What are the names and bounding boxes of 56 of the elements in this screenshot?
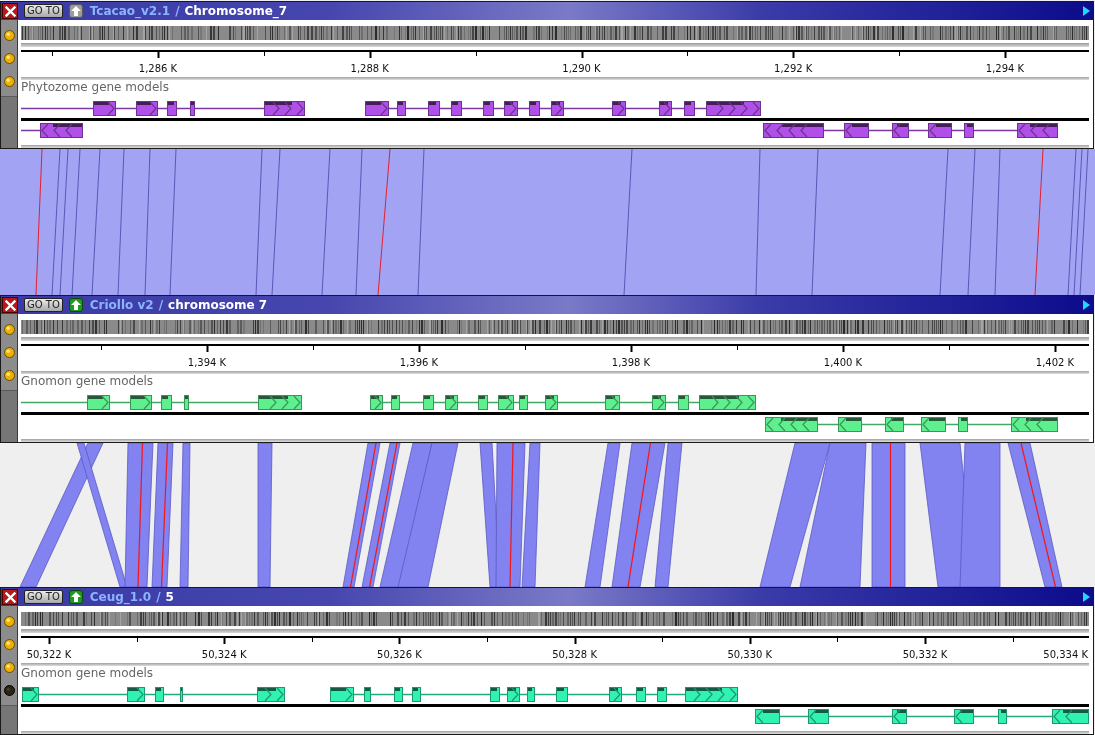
close-button[interactable] <box>2 297 18 313</box>
axis-label: 50,328 K <box>552 649 597 660</box>
status-light-icon[interactable] <box>3 324 15 335</box>
track-label: Gnomon gene models <box>21 666 155 681</box>
chromosome-name: 5 <box>165 590 174 604</box>
up-arrow-icon <box>70 300 81 310</box>
axis-label: 1,294 K <box>985 63 1025 74</box>
axis-label: 1,292 K <box>774 63 813 74</box>
right-triangle-icon[interactable] <box>1083 592 1090 602</box>
axis-label: 50,322 K <box>26 649 72 660</box>
status-light-icon[interactable] <box>3 76 15 87</box>
axis-label: 1,394 K <box>187 357 227 368</box>
status-light-icon[interactable] <box>3 685 15 696</box>
move-up-button[interactable] <box>68 298 83 312</box>
genome-name: Ceug_1.0 <box>89 590 152 604</box>
genome-name: Tcacao_v2.1 <box>89 4 171 18</box>
axis-label: 1,400 K <box>823 357 863 368</box>
goto-button[interactable]: GO TO <box>24 4 63 18</box>
goto-button[interactable]: GO TO <box>24 590 63 604</box>
path-separator: / <box>158 298 164 312</box>
close-button[interactable] <box>2 589 18 605</box>
axis-label: 50,326 K <box>377 649 422 660</box>
close-icon <box>4 299 16 311</box>
status-light-icon[interactable] <box>3 30 15 41</box>
genome-name: Criollo v2 <box>89 298 154 312</box>
up-arrow-icon <box>70 592 81 602</box>
axis-label: 1,402 K <box>1035 357 1075 368</box>
status-light-icon[interactable] <box>3 347 15 358</box>
right-triangle-icon[interactable] <box>1083 6 1090 16</box>
status-light-icon[interactable] <box>3 53 15 64</box>
axis-label: 1,288 K <box>350 63 389 74</box>
close-button[interactable] <box>2 3 18 19</box>
chromosome-name: Chromosome_7 <box>184 4 288 18</box>
path-separator: / <box>156 590 161 604</box>
close-icon <box>4 591 16 603</box>
up-arrow-icon <box>70 6 81 16</box>
status-light-icon[interactable] <box>3 370 15 381</box>
axis-label: 50,330 K <box>727 649 773 660</box>
close-icon <box>4 5 16 17</box>
move-up-button[interactable] <box>68 590 83 604</box>
status-light-icon[interactable] <box>3 639 15 650</box>
track-label: Phytozome gene models <box>21 80 170 95</box>
right-triangle-icon[interactable] <box>1083 300 1090 310</box>
goto-button[interactable]: GO TO <box>24 298 63 312</box>
status-light-icon[interactable] <box>3 616 15 627</box>
axis-label: 1,290 K <box>562 63 601 74</box>
track-label: Gnomon gene models <box>21 374 155 389</box>
path-separator: / <box>175 4 180 18</box>
axis-label: 1,396 K <box>399 357 439 368</box>
chromosome-name: chromosome 7 <box>168 298 268 312</box>
axis-label: 50,334 K <box>1043 649 1088 660</box>
status-light-icon[interactable] <box>3 662 15 673</box>
axis-label: 1,398 K <box>611 357 651 368</box>
axis-label: 50,332 K <box>902 649 948 660</box>
axis-label: 50,324 K <box>201 649 247 660</box>
axis-label: 1,286 K <box>138 63 178 74</box>
